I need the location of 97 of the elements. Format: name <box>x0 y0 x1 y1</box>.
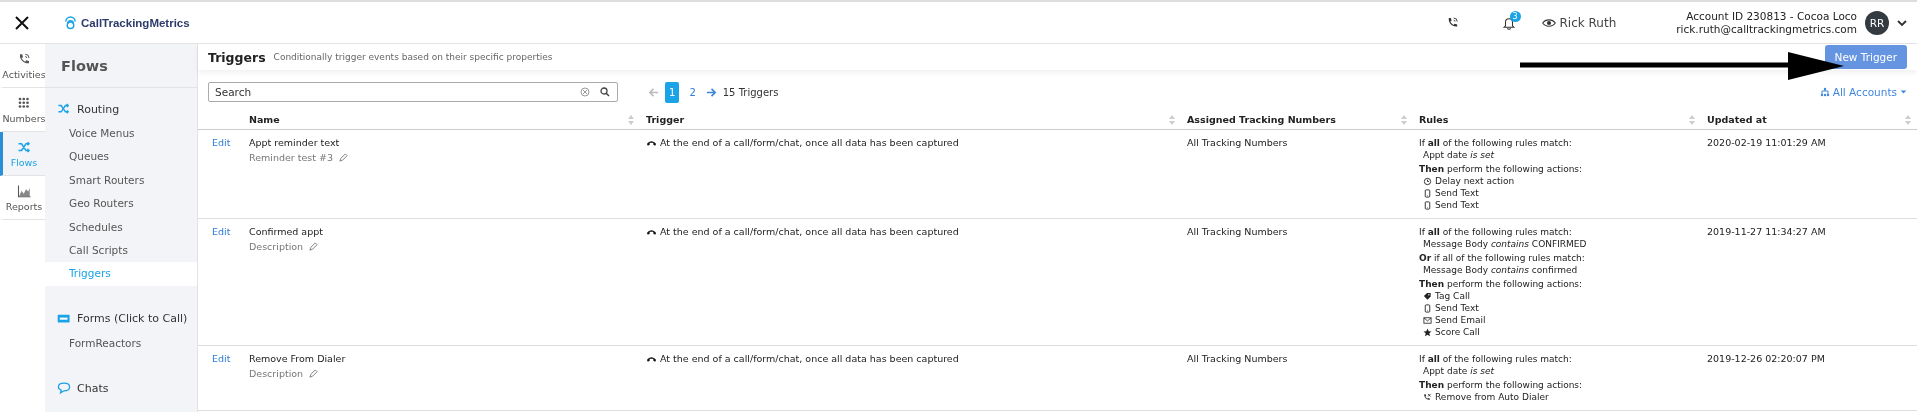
sort-icon[interactable] <box>1689 114 1695 125</box>
mobile-phone-icon <box>1423 200 1432 210</box>
trigger-name: Remove From Dialer <box>249 353 347 364</box>
hierarchy-icon <box>1819 87 1830 97</box>
sort-icon[interactable] <box>1905 114 1911 125</box>
tracking-numbers: All Tracking Numbers <box>1187 137 1288 148</box>
rule-action: Send Email <box>1435 314 1486 326</box>
trigger-name: Appt reminder text <box>249 137 341 148</box>
trigger-name: Confirmed appt <box>249 226 324 237</box>
hang-up-icon <box>646 138 657 147</box>
trigger-event: At the end of a call/form/chat, once all data has been captured <box>660 137 959 148</box>
trigger-description: Description <box>249 241 304 252</box>
user-name[interactable]: Rick Ruth <box>1559 15 1617 30</box>
rule-action: Tag Call <box>1435 290 1470 302</box>
tracking-numbers: All Tracking Numbers <box>1187 226 1288 237</box>
sort-icon[interactable] <box>1169 114 1175 125</box>
section-heading[interactable]: Forms (Click to Call) <box>77 312 188 326</box>
rule-text: Then perform the following actions: <box>1419 379 1584 391</box>
updated-at: 2020-02-19 11:01:29 AM <box>1707 137 1826 148</box>
chat-icon <box>57 381 71 396</box>
rule-action: Delay next action <box>1435 175 1515 187</box>
section-heading[interactable]: Routing <box>77 102 120 116</box>
page-title: Triggers <box>208 49 266 65</box>
rule-condition: Message Body contains confirmed <box>1422 264 1579 276</box>
close-icon[interactable] <box>14 14 30 31</box>
sidebar-item[interactable]: Schedules <box>45 215 197 240</box>
updated-at: 2019-12-26 02:20:07 PM <box>1707 353 1825 364</box>
rule-text: If all of the following rules match: <box>1419 137 1573 149</box>
clock-icon <box>1423 176 1432 186</box>
column-header[interactable]: Rules <box>1419 114 1449 125</box>
page-link[interactable]: 2 <box>685 83 700 101</box>
sort-icon[interactable] <box>628 114 634 125</box>
accounts-filter[interactable]: All Accounts <box>1832 86 1897 98</box>
mobile-phone-icon <box>1423 303 1432 313</box>
edit-link[interactable]: Edit <box>204 353 231 364</box>
arrow-right-icon[interactable] <box>705 86 717 98</box>
pencil-icon[interactable] <box>339 153 348 162</box>
clear-icon[interactable] <box>580 87 590 97</box>
trigger-event: At the end of a call/form/chat, once all data has been captured <box>660 226 959 237</box>
search-icon[interactable] <box>600 87 610 97</box>
mobile-phone-icon <box>1423 188 1432 198</box>
tracking-numbers: All Tracking Numbers <box>1187 353 1288 364</box>
edit-link[interactable]: Edit <box>204 226 231 237</box>
section-heading[interactable]: Chats <box>77 381 109 395</box>
search-field[interactable]: Search <box>208 82 618 102</box>
sidebar-title: Flows <box>45 44 197 88</box>
hang-up-icon <box>646 227 657 236</box>
arrow-left-icon[interactable] <box>648 86 659 98</box>
trigger-description: Reminder test #3 <box>249 152 333 163</box>
dots-grid-icon <box>16 95 32 111</box>
user-avatar[interactable]: RR <box>1865 10 1889 35</box>
logo-text: CallTrackingMetrics <box>81 16 190 29</box>
rule-text: If all of the following rules match: <box>1419 226 1573 238</box>
sidebar-item[interactable]: Queues <box>45 145 197 169</box>
rule-text: If all of the following rules match: <box>1419 353 1573 365</box>
rule-text: Then perform the following actions: <box>1419 278 1584 290</box>
star-icon <box>1423 327 1432 337</box>
sidebar-item[interactable]: Smart Routers <box>45 168 197 193</box>
sidebar-item[interactable]: Call Scripts <box>45 239 197 263</box>
rule-condition: Message Body contains CONFIRMED <box>1422 238 1588 250</box>
logo-icon <box>64 15 77 30</box>
notification-badge: 3 <box>1509 10 1521 22</box>
sort-icon[interactable] <box>1401 114 1407 125</box>
rule-action: Score Call <box>1435 326 1480 338</box>
rule-action: Send Text <box>1435 302 1479 314</box>
trigger-event: At the end of a call/form/chat, once all data has been captured <box>660 353 959 364</box>
user-email: rick.ruth@calltrackingmetrics.com <box>1676 22 1857 36</box>
rule-action: Remove from Auto Dialer <box>1435 391 1549 403</box>
shuffle-icon <box>57 102 71 116</box>
sidebar-item[interactable]: FormReactors <box>45 331 197 356</box>
rule-action: Send Text <box>1435 199 1479 211</box>
tag-icon <box>1423 291 1432 301</box>
sidebar-item[interactable]: Geo Routers <box>45 192 197 216</box>
page-subtitle: Conditionally trigger events based on their specific properties <box>273 52 553 62</box>
rule-condition: Appt date is set <box>1422 365 1496 377</box>
updated-at: 2019-11-27 11:34:27 AM <box>1707 226 1826 237</box>
account-id: Account ID 230813 - Cocoa Loco <box>1685 9 1857 23</box>
edit-link[interactable]: Edit <box>204 137 231 148</box>
column-header[interactable]: Assigned Tracking Numbers <box>1187 114 1336 125</box>
pencil-icon[interactable] <box>309 242 319 251</box>
pencil-icon[interactable] <box>309 369 319 378</box>
sidebar-item[interactable]: Voice Menus <box>45 122 197 146</box>
envelope-icon <box>1423 315 1432 325</box>
column-header[interactable]: Name <box>249 114 280 125</box>
result-count: 15 Triggers <box>722 86 779 98</box>
shuffle-icon <box>16 139 32 155</box>
rule-text: Or if all of the following rules match: <box>1419 252 1586 264</box>
hang-up-icon <box>646 354 657 363</box>
rule-action: Send Text <box>1435 187 1479 199</box>
chart-icon <box>16 183 32 199</box>
rule-condition: Appt date is set <box>1422 149 1496 161</box>
column-header[interactable]: Updated at <box>1707 114 1767 125</box>
trigger-description: Description <box>249 368 304 379</box>
phone-cross-icon <box>1423 392 1432 402</box>
rule-text: Then perform the following actions: <box>1419 163 1584 175</box>
chevron-down-icon[interactable] <box>1897 17 1907 28</box>
column-header[interactable]: Trigger <box>646 114 685 125</box>
